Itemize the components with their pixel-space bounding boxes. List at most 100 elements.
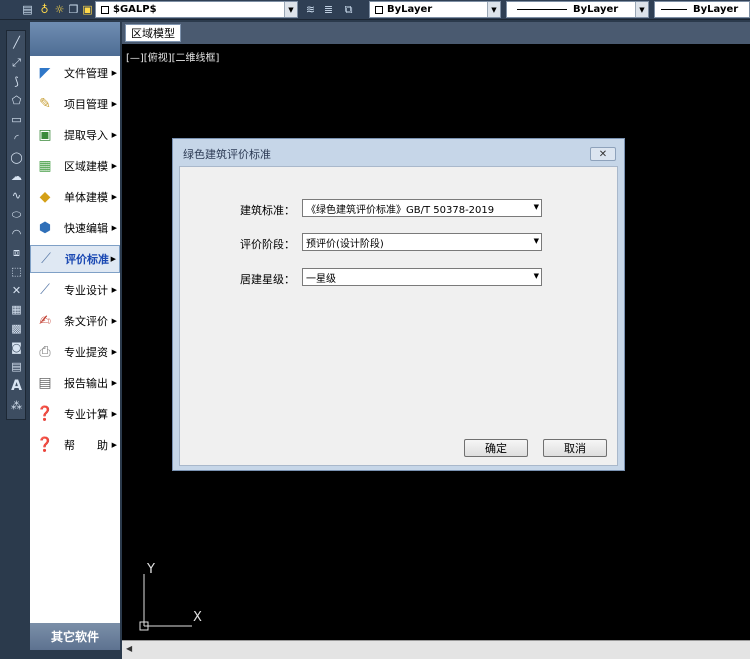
tab-area-model[interactable]: 区域模型 [125, 24, 181, 42]
import-icon: ▣ [38, 127, 52, 143]
chevron-right-icon: ▶ [111, 410, 117, 418]
report-icon: ▤ [38, 375, 52, 391]
chevron-right-icon: ▶ [111, 162, 117, 170]
text-icon[interactable]: A [9, 378, 24, 394]
green-building-standard-dialog: 绿色建筑评价标准 ✕ 建筑标准： 《绿色建筑评价标准》GB/T 50378-20… [172, 138, 625, 471]
menu-item-file[interactable]: ◤ 文件管理 ▶ [30, 59, 120, 87]
layer-name: $GALP$ [113, 4, 157, 15]
menu-item-calc[interactable]: ❓ 专业计算 ▶ [30, 400, 120, 428]
top-toolbar: ▤ ♁ ☼ ❐ ▣ $GALP$ ▼ ≋ ≣ ⧉ ByLayer ▼ ByLay… [0, 0, 750, 20]
menu-item-label: 帮 助 [64, 439, 108, 452]
building-standard-value: 《绿色建筑评价标准》GB/T 50378-2019 [306, 204, 495, 216]
chevron-right-icon: ▶ [111, 317, 117, 325]
linetype-select[interactable]: ByLayer ▼ [506, 1, 649, 18]
menu-item-eval-standard[interactable]: ⟋ 评价标准 ▶ [30, 245, 120, 273]
layer-tool-2-icon[interactable]: ≣ [321, 2, 336, 17]
linetype-sample [517, 9, 567, 10]
layer-select[interactable]: $GALP$ ▼ [95, 1, 298, 18]
layer-tool-1-icon[interactable]: ≋ [303, 2, 318, 17]
color-value: ByLayer [387, 4, 433, 15]
document-edit-icon: ✍ [39, 313, 51, 329]
chevron-right-icon: ▶ [111, 441, 117, 449]
menu-item-quick-edit[interactable]: ⬢ 快速编辑 ▶ [30, 214, 120, 242]
draw-tools-strip: ╱ ⤢ ⟆ ⬠ ▭ ◜ ◯ ☁ ∿ ⬭ ◠ ⧈ ⬚ ✕ ▦ ▩ ◙ ▤ A ⁂ [6, 30, 26, 420]
polyline-icon[interactable]: ⟆ [9, 74, 24, 89]
chevron-right-icon: ▶ [111, 131, 117, 139]
menu-item-single-model[interactable]: ◆ 单体建模 ▶ [30, 183, 120, 211]
ucs-icon: Y X [130, 562, 210, 634]
lineweight-sample [661, 9, 687, 10]
sun-icon[interactable]: ☼ [52, 2, 67, 17]
chevron-down-icon: ▼ [635, 2, 648, 17]
layer-color-swatch [101, 5, 109, 14]
scroll-left-icon[interactable]: ◀ [126, 644, 132, 653]
building-standard-select[interactable]: 《绿色建筑评价标准》GB/T 50378-2019 ▼ [302, 199, 542, 217]
other-software-button[interactable]: 其它软件 [30, 623, 120, 650]
help-icon: ❓ [36, 437, 54, 453]
chevron-right-icon: ▶ [111, 100, 117, 108]
menu-item-label: 提取导入 [64, 129, 108, 142]
eval-stage-select[interactable]: 预评价(设计阶段) ▼ [302, 233, 542, 251]
menu-item-label: 单体建模 [64, 191, 108, 204]
menu-item-area-model[interactable]: ▦ 区域建模 ▶ [30, 152, 120, 180]
insert-block-icon[interactable]: ⧈ [9, 245, 24, 260]
design-icon: ⟋ [40, 282, 50, 298]
hatch-icon[interactable]: ▦ [9, 302, 24, 317]
make-block-icon[interactable]: ⬚ [9, 264, 24, 279]
ellipse-arc-icon[interactable]: ◠ [9, 226, 24, 241]
gradient-icon[interactable]: ▩ [9, 321, 24, 336]
menu-item-clause-eval[interactable]: ✍ 条文评价 ▶ [30, 307, 120, 335]
table-icon[interactable]: ▤ [9, 359, 24, 374]
star-level-select[interactable]: 一星级 ▼ [302, 268, 542, 286]
circle-icon[interactable]: ◯ [9, 150, 24, 165]
chevron-down-icon: ▼ [284, 2, 297, 17]
color-select[interactable]: ByLayer ▼ [369, 1, 501, 18]
menu-item-design[interactable]: ⟋ 专业设计 ▶ [30, 276, 120, 304]
bulb-icon[interactable]: ♁ [37, 2, 52, 17]
cancel-button[interactable]: 取消 [543, 439, 607, 457]
star-level-value: 一星级 [306, 273, 336, 285]
printer-icon: ⎙ [39, 344, 51, 360]
building-standard-label: 建筑标准： [240, 204, 295, 217]
viewport-label[interactable]: [—][俯视][二维线框] [126, 49, 219, 64]
menu-item-help[interactable]: ❓ 帮 助 ▶ [30, 431, 120, 459]
dialog-title: 绿色建筑评价标准 [183, 148, 271, 161]
freeze-icon[interactable]: ❐ [66, 2, 81, 17]
ellipse-icon[interactable]: ⬭ [9, 207, 24, 222]
layer-tool-3-icon[interactable]: ⧉ [341, 2, 356, 17]
color-swatch [375, 5, 383, 14]
lock-icon[interactable]: ▣ [80, 2, 95, 17]
menu-item-import[interactable]: ▣ 提取导入 ▶ [30, 121, 120, 149]
spline-icon[interactable]: ∿ [9, 188, 24, 203]
chevron-right-icon: ▶ [111, 193, 117, 201]
menu-item-label: 专业设计 [64, 284, 108, 297]
ucs-y-label: Y [147, 562, 155, 577]
region-icon[interactable]: ◙ [9, 340, 24, 355]
menu-item-label: 区域建模 [64, 160, 108, 173]
layer-manager-icon[interactable]: ▤ [20, 2, 35, 17]
star-level-label: 居建星级： [240, 273, 295, 286]
horizontal-scrollbar[interactable]: ◀ [122, 640, 750, 659]
folder-icon: ◤ [39, 65, 51, 81]
rectangle-icon[interactable]: ▭ [9, 112, 24, 127]
construction-line-icon[interactable]: ⤢ [9, 55, 24, 70]
chevron-right-icon: ▶ [111, 348, 117, 356]
lineweight-value: ByLayer [693, 4, 739, 15]
revcloud-icon[interactable]: ☁ [9, 169, 24, 184]
standard-icon: ⟋ [41, 251, 51, 267]
point-icon[interactable]: ✕ [9, 283, 24, 298]
menu-item-project[interactable]: ✎ 项目管理 ▶ [30, 90, 120, 118]
add-selected-icon[interactable]: ⁂ [9, 398, 24, 413]
line-icon[interactable]: ╱ [9, 35, 24, 50]
lineweight-select[interactable]: ByLayer [654, 1, 750, 18]
arc-icon[interactable]: ◜ [9, 131, 24, 146]
menu-item-data-exchange[interactable]: ⎙ 专业提资 ▶ [30, 338, 120, 366]
polygon-icon[interactable]: ⬠ [9, 93, 24, 108]
chevron-down-icon: ▼ [487, 2, 500, 17]
close-button[interactable]: ✕ [590, 147, 616, 161]
menu-item-report[interactable]: ▤ 报告输出 ▶ [30, 369, 120, 397]
eval-stage-label: 评价阶段： [240, 238, 295, 251]
side-menu: ◤ 文件管理 ▶ ✎ 项目管理 ▶ ▣ 提取导入 ▶ ▦ 区域建模 ▶ ◆ 单体… [30, 22, 120, 650]
ok-button[interactable]: 确定 [464, 439, 528, 457]
dialog-body: 建筑标准： 《绿色建筑评价标准》GB/T 50378-2019 ▼ 评价阶段： … [179, 166, 618, 466]
